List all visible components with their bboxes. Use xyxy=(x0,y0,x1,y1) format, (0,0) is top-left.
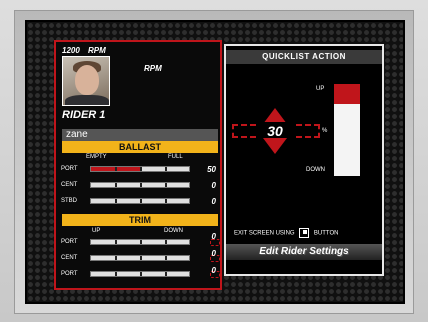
rpm-secondary-unit: RPM xyxy=(144,64,162,73)
decrease-arrow-icon[interactable] xyxy=(263,138,287,154)
trim-header: TRIM xyxy=(62,214,218,226)
ballast-cent-value: 0 xyxy=(211,181,216,190)
trim-scale-max: DOWN xyxy=(164,228,183,234)
rider-label: RIDER 1 xyxy=(62,109,106,121)
lever-percent-label: % xyxy=(322,128,328,134)
quicklist-title: QUICKLIST ACTION xyxy=(226,50,382,64)
trim-row-1-value: 0 xyxy=(211,232,216,241)
trim-row-3-label: PORT xyxy=(61,271,78,277)
rpm-unit: RPM xyxy=(88,46,106,55)
trim-row-2-value: 0 xyxy=(211,249,216,258)
quicklist-panel: QUICKLIST ACTION UP % DOWN 30 EXIT SCREE… xyxy=(224,44,384,276)
lever-up-zone[interactable] xyxy=(334,84,360,104)
edit-rider-settings-button[interactable]: Edit Rider Settings xyxy=(226,244,382,260)
trim-row-3-slider[interactable] xyxy=(90,271,190,277)
ballast-row-port-label: PORT xyxy=(61,166,78,172)
lever-down-zone[interactable] xyxy=(334,104,360,176)
rider-portrait-image xyxy=(62,56,110,106)
ballast-header: BALLAST xyxy=(62,141,218,153)
ballast-scale-min: EMPTY xyxy=(86,154,107,160)
trim-scale-min: UP xyxy=(92,228,101,234)
ballast-scale-max: FULL xyxy=(168,154,183,160)
quicklist-value-adjuster[interactable]: 30 xyxy=(232,108,320,154)
trim-row-2-label: CENT xyxy=(61,255,78,261)
exit-hint-suffix: BUTTON xyxy=(313,230,339,237)
rpm-readout: 1200 RPM xyxy=(62,46,112,55)
trim-row-1-label: PORT xyxy=(61,239,78,245)
lever-down-label: DOWN xyxy=(306,167,325,173)
edit-rider-settings-label: Edit Rider Settings xyxy=(259,246,349,257)
adjuster-right-bracket xyxy=(296,124,320,138)
ballast-cent-slider[interactable] xyxy=(90,182,190,188)
ballast-port-value: 50 xyxy=(207,165,216,174)
ballast-row-stbd-label: STBD xyxy=(61,198,78,204)
ballast-row-cent-label: CENT xyxy=(61,182,78,188)
ballast-stbd-value: 0 xyxy=(211,197,216,206)
trim-row-1-slider[interactable] xyxy=(90,239,190,245)
lever-up-label: UP xyxy=(316,86,325,92)
rider-panel: 1200 RPM RPM RIDER 1 zane BALLAST EMPTY … xyxy=(54,40,222,290)
adjuster-left-bracket xyxy=(232,124,256,138)
trim-row-2-slider[interactable] xyxy=(90,255,190,261)
exit-hint-prefix: EXIT SCREEN USING xyxy=(234,230,295,237)
menu-button-icon xyxy=(299,228,310,238)
ballast-port-slider[interactable] xyxy=(90,166,190,172)
rider-name[interactable]: zane xyxy=(62,129,218,141)
ballast-stbd-slider[interactable] xyxy=(90,198,190,204)
trim-row-3-value: 0 xyxy=(211,266,216,275)
exit-hint: EXIT SCREEN USING BUTTON xyxy=(234,228,338,238)
rpm-value: 1200 xyxy=(62,46,80,55)
